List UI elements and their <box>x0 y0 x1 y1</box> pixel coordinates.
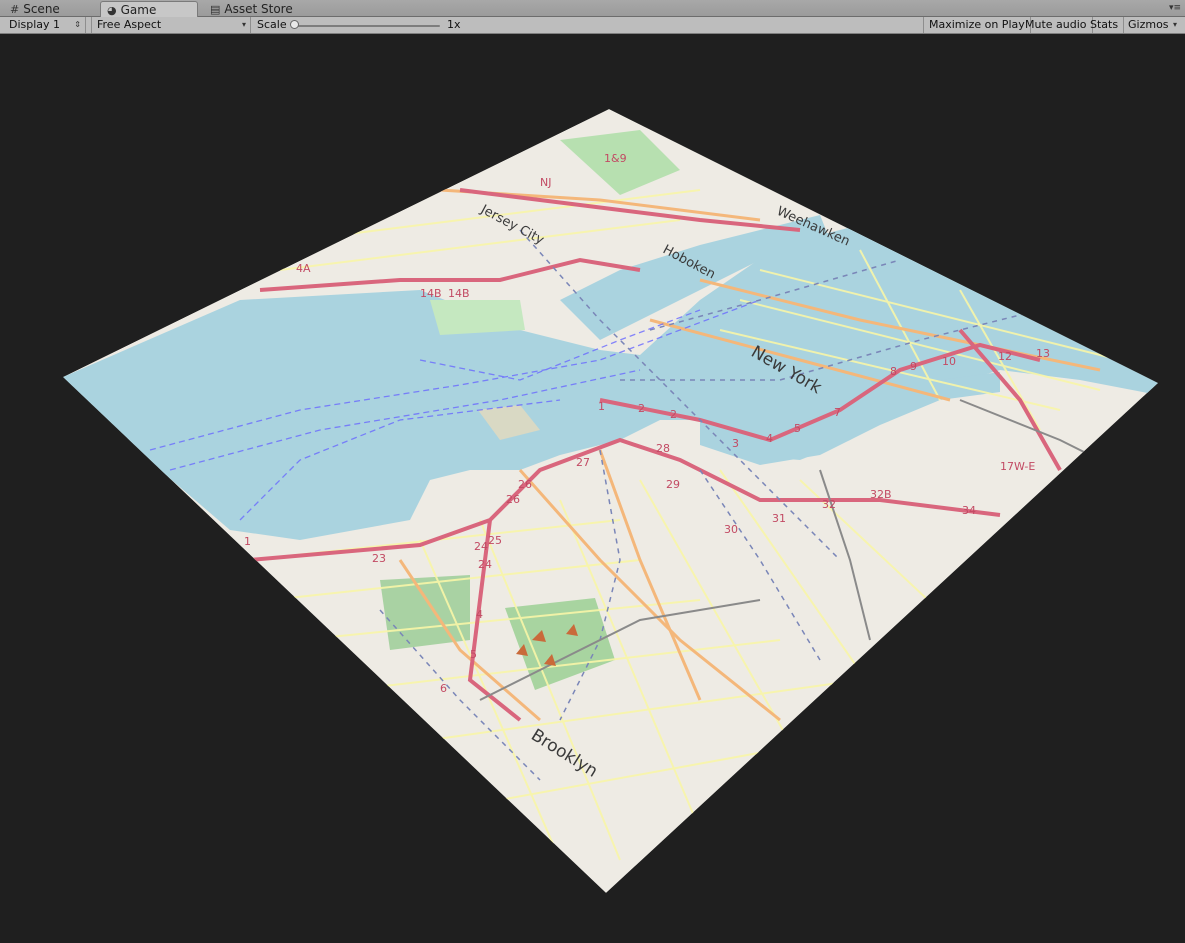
svg-text:13: 13 <box>1036 347 1050 360</box>
svg-text:8: 8 <box>890 365 897 378</box>
stats-toggle[interactable]: Stats <box>1085 17 1125 33</box>
svg-text:14B: 14B <box>420 287 442 300</box>
svg-text:14B: 14B <box>448 287 470 300</box>
svg-text:6: 6 <box>440 682 447 695</box>
tab-scene[interactable]: # Scene <box>4 1 96 17</box>
svg-text:26: 26 <box>506 493 520 506</box>
dropdown-arrow-icon: ▾ <box>1172 20 1177 29</box>
svg-text:9: 9 <box>910 360 917 373</box>
display-dropdown-label: Display 1 <box>9 18 61 31</box>
svg-text:28: 28 <box>656 442 670 455</box>
svg-text:30: 30 <box>724 523 738 536</box>
svg-text:12: 12 <box>998 350 1012 363</box>
svg-text:5: 5 <box>794 422 801 435</box>
aspect-dropdown[interactable]: Free Aspect ▾ <box>91 17 251 33</box>
svg-text:7: 7 <box>834 406 841 419</box>
liberty-park <box>430 300 525 335</box>
svg-text:2: 2 <box>638 402 645 415</box>
svg-text:32B: 32B <box>870 488 892 501</box>
svg-text:3: 3 <box>732 437 739 450</box>
tab-game-label: Game <box>120 3 157 17</box>
svg-text:34: 34 <box>962 504 976 517</box>
svg-text:NJ: NJ <box>540 176 551 189</box>
svg-text:4: 4 <box>476 608 483 621</box>
tab-scene-label: Scene <box>23 2 60 16</box>
svg-text:17W-E: 17W-E <box>1000 460 1035 473</box>
tab-menu-icon[interactable]: ▾≡ <box>1169 3 1181 13</box>
aspect-dropdown-label: Free Aspect <box>97 18 162 31</box>
scale-slider-track[interactable] <box>293 25 440 27</box>
svg-text:4: 4 <box>766 432 773 445</box>
svg-text:10: 10 <box>942 355 956 368</box>
store-bag-icon: ▤ <box>210 3 221 16</box>
svg-text:31: 31 <box>772 512 786 525</box>
svg-text:1: 1 <box>598 400 605 413</box>
svg-text:27: 27 <box>576 456 590 469</box>
svg-text:26: 26 <box>518 478 532 491</box>
svg-text:4A: 4A <box>296 262 311 275</box>
svg-text:5: 5 <box>470 648 477 661</box>
grid-icon: # <box>10 3 20 16</box>
tab-asset-store-label: Asset Store <box>224 2 293 16</box>
maximize-on-play-toggle[interactable]: Maximize on Play <box>923 17 1031 33</box>
svg-text:32: 32 <box>822 498 836 511</box>
svg-text:2: 2 <box>670 408 677 421</box>
svg-text:1&9: 1&9 <box>604 152 627 165</box>
dropdown-arrow-icon: ▾ <box>241 20 246 29</box>
mute-audio-toggle[interactable]: Mute audio <box>1020 17 1093 33</box>
updown-arrow-icon: ⇕ <box>74 20 81 29</box>
map-plane: NJ 1&9 4A 14B 14B 1 2 2 3 4 5 7 8 9 10 1… <box>63 109 1158 893</box>
display-dropdown[interactable]: Display 1 ⇕ <box>4 17 86 33</box>
game-viewport[interactable]: NJ 1&9 4A 14B 14B 1 2 2 3 4 5 7 8 9 10 1… <box>0 34 1185 943</box>
editor-tab-bar: # Scene ◕ Game ▤ Asset Store ▾≡ <box>0 0 1185 18</box>
scale-label: Scale <box>257 18 287 31</box>
svg-text:24: 24 <box>478 558 492 571</box>
scale-value: 1x <box>447 18 461 31</box>
tab-asset-store[interactable]: ▤ Asset Store <box>204 1 324 17</box>
svg-text:23: 23 <box>372 552 386 565</box>
svg-text:24: 24 <box>474 540 488 553</box>
scale-slider-thumb[interactable] <box>290 20 299 29</box>
svg-text:29: 29 <box>666 478 680 491</box>
gizmos-label: Gizmos <box>1128 18 1169 31</box>
gizmos-dropdown[interactable]: Gizmos ▾ <box>1123 17 1181 33</box>
svg-text:25: 25 <box>488 534 502 547</box>
game-view-toolbar: Display 1 ⇕ Free Aspect ▾ Scale 1x Maxim… <box>0 17 1185 34</box>
svg-text:1: 1 <box>244 535 251 548</box>
tab-game[interactable]: ◕ Game <box>100 1 198 18</box>
